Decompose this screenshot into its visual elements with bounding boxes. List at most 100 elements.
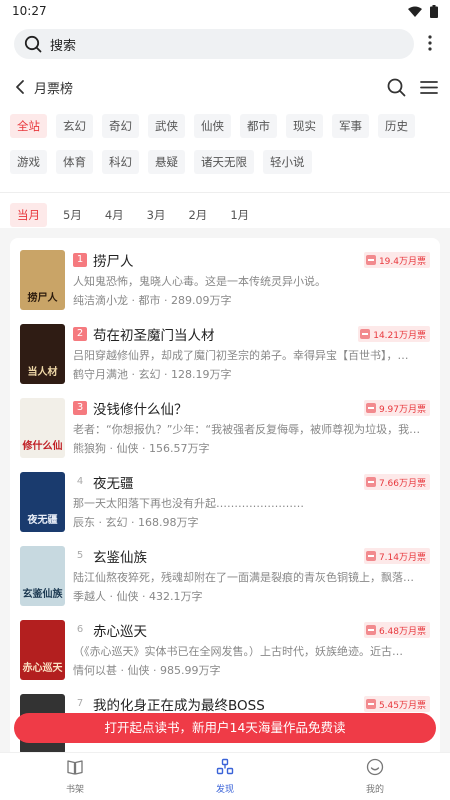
category-chip[interactable]: 轻小说: [263, 150, 312, 174]
rank-badge: 6: [76, 624, 84, 635]
category-chip[interactable]: 奇幻: [102, 114, 139, 138]
ticket-icon: [365, 477, 376, 487]
book-title[interactable]: 我的化身正在成为最终BOSS: [93, 694, 358, 714]
book-meta: 纯洁滴小龙 · 都市 · 289.09万字: [73, 294, 232, 307]
category-chip[interactable]: 武侠: [148, 114, 185, 138]
book-description: 陆江仙熬夜猝死，残魂却附在了一面满是裂痕的青灰色铜镜上，飘落…: [73, 571, 414, 584]
category-chip[interactable]: 游戏: [10, 150, 47, 174]
category-row: 全站 玄幻 奇幻 武侠 仙侠 都市 现实 军事 历史: [10, 114, 440, 138]
book-title[interactable]: 苟在初圣魔门当人材: [93, 324, 352, 344]
category-chip[interactable]: 仙侠: [194, 114, 231, 138]
month-tab[interactable]: 5月: [56, 203, 89, 227]
book-cover-title: 捞尸人: [27, 293, 58, 304]
ticket-count: 14.21万月票: [373, 330, 426, 341]
ticket-icon: [365, 699, 376, 709]
book-cover-title: 当人材: [27, 367, 58, 378]
ranking-list: 捞尸人 1 捞尸人 19.4万月票人知鬼恐怖，鬼晓人心毒。这是一本传统灵异小说。 纯洁滴…: [10, 238, 440, 752]
month-tab[interactable]: 4月: [98, 203, 131, 227]
book-title[interactable]: 夜无疆: [93, 472, 358, 492]
book-meta: 熊狼狗 · 仙侠 · 156.57万字: [73, 442, 210, 455]
ticket-count: 9.97万月票: [378, 404, 426, 415]
category-chip[interactable]: 玄幻: [56, 114, 93, 138]
book-info: 3 没钱修什么仙？ 9.97万月票老者：“你想报仇？”少年：“我被强者反复侮辱，被师…: [73, 398, 430, 456]
book-info: 6 赤心巡天 6.48万月票 （《赤心巡天》实体书已在全网发售。）上古时代，妖族绝迹。…: [73, 620, 430, 678]
search-placeholder: 搜索: [50, 38, 77, 54]
book-info: 4 夜无疆 7.66万月票 那一天太阳落下再也没有升起…………………… 辰东 · 玄幻 …: [73, 472, 430, 530]
search-input[interactable]: 搜索: [14, 29, 414, 59]
book-row[interactable]: 修什么仙 3 没钱修什么仙？ 9.97万月票老者：“你想报仇？”少年：“我被强者反复侮…: [20, 394, 430, 468]
ticket-icon: [365, 551, 376, 561]
monthly-ticket-badge: 7.14万月票: [363, 548, 430, 564]
category-row: 游戏 体育 科幻 悬疑 诸天无限 轻小说: [10, 150, 440, 174]
monthly-ticket-badge: 19.4万月票: [363, 252, 430, 268]
header-actions: [387, 78, 438, 97]
book-title[interactable]: 没钱修什么仙？: [93, 398, 358, 418]
book-info: 2 苟在初圣魔门当人材 14.21万月票 吕阳穿越修仙界，却成了魔门初圣宗的弟子。幸得…: [73, 324, 430, 382]
category-chip[interactable]: 全站: [10, 114, 47, 138]
book-description: 人知鬼恐怖，鬼晓人心毒。这是一本传统灵异小说。: [73, 275, 326, 288]
monthly-ticket-badge: 7.66万月票: [363, 474, 430, 490]
page-title: 月票榜: [34, 81, 74, 97]
ticket-count: 5.45万月票: [378, 700, 426, 711]
book-cover-title: 修什么仙: [22, 441, 63, 452]
book-title[interactable]: 玄鉴仙族: [93, 546, 358, 566]
ticket-count: 7.66万月票: [378, 478, 426, 489]
category-chip[interactable]: 历史: [378, 114, 415, 138]
book-cover[interactable]: 玄鉴仙族: [20, 546, 65, 606]
book-row[interactable]: 玄鉴仙族 5 玄鉴仙族 7.14万月票 陆江仙熬夜猝死，残魂却附在了一面满是裂痕的青灰色…: [20, 542, 430, 616]
ticket-count: 19.4万月票: [378, 256, 426, 267]
search-icon[interactable]: [387, 78, 406, 97]
book-row[interactable]: 捞尸人 1 捞尸人 19.4万月票人知鬼恐怖，鬼晓人心毒。这是一本传统灵异小说。 纯洁滴…: [20, 246, 430, 320]
book-title[interactable]: 捞尸人: [93, 250, 358, 270]
book-description: 那一天太阳落下再也没有升起……………………: [73, 497, 304, 510]
status-bar: 10:27: [0, 0, 450, 22]
rank-badge: 3: [73, 401, 87, 415]
monthly-ticket-badge: 9.97万月票: [363, 400, 430, 416]
ranking-list-container: 捞尸人 1 捞尸人 19.4万月票人知鬼恐怖，鬼晓人心毒。这是一本传统灵异小说。 纯洁滴…: [0, 228, 450, 752]
ticket-icon: [365, 403, 376, 413]
book-description: 老者：“你想报仇？”少年：“我被强者反复侮辱，被师尊视为垃圾，我…: [73, 423, 421, 436]
open-app-banner[interactable]: 打开起点读书，新用户14天海量作品免费读: [14, 713, 436, 743]
book-title-row: 2 苟在初圣魔门当人材 14.21万月票: [73, 324, 430, 344]
rank-badge: 1: [73, 253, 87, 267]
category-chip[interactable]: 都市: [240, 114, 277, 138]
category-chip[interactable]: 现实: [286, 114, 323, 138]
book-row[interactable]: 当人材 2 苟在初圣魔门当人材 14.21万月票 吕阳穿越修仙界，却成了魔门初圣宗的弟子…: [20, 320, 430, 394]
page-header: 月票榜: [0, 60, 450, 114]
book-row[interactable]: 赤心巡天 6 赤心巡天 6.48万月票 （《赤心巡天》实体书已在全网发售。）上古时代，妖…: [20, 616, 430, 690]
month-tab[interactable]: 1月: [223, 203, 256, 227]
monthly-ticket-badge: 6.48万月票: [363, 622, 430, 638]
book-cover[interactable]: 捞尸人: [20, 250, 65, 310]
book-meta: 季越人 · 仙侠 · 432.1万字: [73, 590, 203, 603]
month-tab[interactable]: 3月: [140, 203, 173, 227]
more-options-icon[interactable]: [420, 34, 440, 54]
monthly-ticket-badge: 14.21万月票: [358, 326, 430, 342]
book-title-row: 7 我的化身正在成为最终BOSS 5.45万月票: [73, 694, 430, 714]
bottom-nav-book[interactable]: 书架: [0, 753, 150, 800]
bottom-nav: 书架 发现 我的: [0, 752, 450, 800]
bottom-nav-discover[interactable]: 发现: [150, 753, 300, 800]
monthly-ticket-badge: 5.45万月票: [363, 696, 430, 712]
back-arrow-icon[interactable]: [14, 79, 26, 95]
book-info: 7 我的化身正在成为最终BOSS 5.45万月票: [73, 694, 430, 714]
book-cover-title: 夜无疆: [27, 515, 58, 526]
book-title[interactable]: 赤心巡天: [93, 620, 358, 640]
month-tab[interactable]: 当月: [10, 203, 47, 227]
book-cover[interactable]: 修什么仙: [20, 398, 65, 458]
category-chip[interactable]: 悬疑: [148, 150, 185, 174]
category-chip[interactable]: 军事: [332, 114, 369, 138]
book-cover[interactable]: 当人材: [20, 324, 65, 384]
book-info: 5 玄鉴仙族 7.14万月票 陆江仙熬夜猝死，残魂却附在了一面满是裂痕的青灰色铜镜上，…: [73, 546, 430, 604]
ticket-count: 7.14万月票: [378, 552, 426, 563]
category-chip[interactable]: 体育: [56, 150, 93, 174]
book-cover[interactable]: 夜无疆: [20, 472, 65, 532]
bottom-nav-profile[interactable]: 我的: [300, 753, 450, 800]
book-cover[interactable]: 赤心巡天: [20, 620, 65, 680]
book-title-row: 5 玄鉴仙族 7.14万月票: [73, 546, 430, 566]
menu-icon[interactable]: [420, 80, 438, 95]
book-meta: 鹤守月满池 · 玄幻 · 128.19万字: [73, 368, 232, 381]
month-tab[interactable]: 2月: [181, 203, 214, 227]
category-chip[interactable]: 诸天无限: [194, 150, 254, 174]
category-chip[interactable]: 科幻: [102, 150, 139, 174]
book-row[interactable]: 夜无疆 4 夜无疆 7.66万月票 那一天太阳落下再也没有升起…………………… 辰东 · …: [20, 468, 430, 542]
